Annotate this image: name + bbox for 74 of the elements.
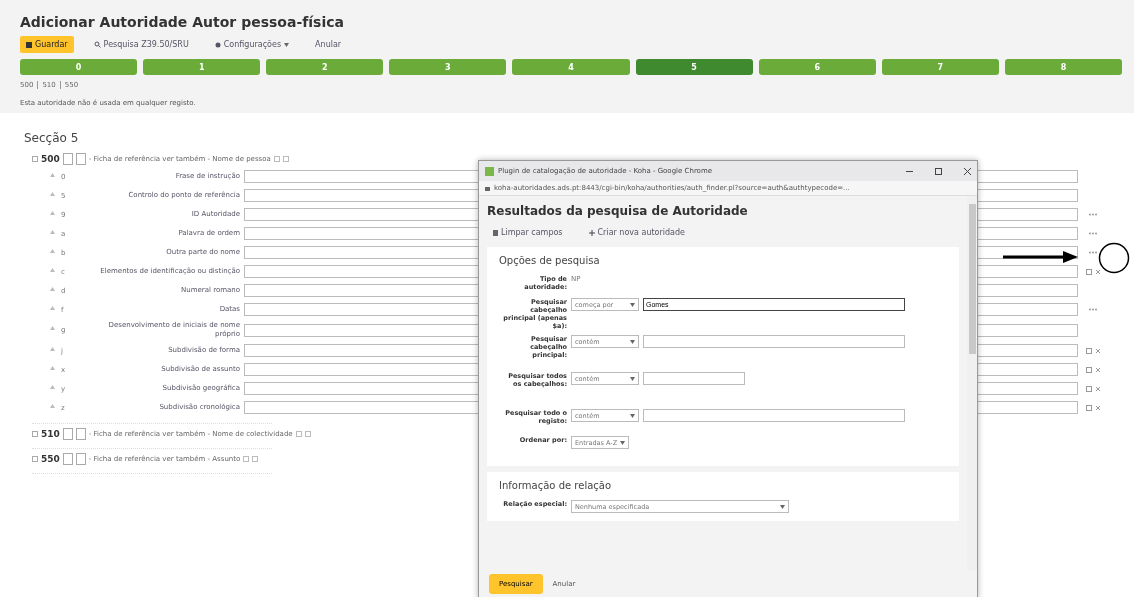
tab[interactable]: 1	[143, 59, 261, 75]
remove-icon[interactable]	[1094, 366, 1101, 373]
tab[interactable]: 5	[635, 59, 753, 75]
maximize-icon[interactable]	[935, 167, 942, 175]
search-input[interactable]	[643, 409, 905, 422]
drag-icon[interactable]	[50, 365, 55, 371]
indicator-field[interactable]	[62, 453, 73, 465]
minimize-icon[interactable]	[906, 170, 913, 172]
options-title: Opções de pesquisa	[499, 255, 601, 266]
tab[interactable]: 3	[389, 59, 507, 75]
ellipsis-icon[interactable]	[1089, 308, 1097, 311]
cancel-link[interactable]: Anular	[309, 36, 348, 53]
tab[interactable]: 6	[758, 59, 876, 75]
tab[interactable]: 4	[512, 59, 630, 75]
clone-icon	[304, 431, 311, 437]
drag-icon[interactable]	[50, 286, 55, 292]
relation-title: Informação de relação	[499, 480, 613, 491]
indicator-field[interactable]	[75, 428, 86, 440]
search-icon	[93, 41, 101, 48]
indicator-field[interactable]	[75, 153, 86, 165]
app-icon	[485, 166, 494, 176]
clone-icon	[1085, 385, 1092, 392]
save-button[interactable]: Guardar	[20, 36, 74, 53]
ellipsis-icon[interactable]	[1089, 213, 1097, 216]
section-title: Secção 5	[24, 131, 80, 145]
indicator-field[interactable]	[62, 428, 73, 440]
plus-icon	[588, 229, 595, 236]
search-input[interactable]	[643, 372, 745, 385]
drag-icon[interactable]	[50, 210, 55, 216]
caret-icon	[780, 504, 785, 509]
ellipsis-icon[interactable]	[1089, 232, 1097, 235]
clone-icon	[252, 456, 259, 462]
field-tag: 550	[41, 454, 60, 464]
ellipsis-icon[interactable]	[1089, 251, 1097, 254]
drag-icon[interactable]	[50, 326, 55, 331]
tab[interactable]: 7	[881, 59, 999, 75]
drag-icon[interactable]	[50, 191, 55, 197]
search-button[interactable]: Pesquisa Z39.50/SRU	[87, 36, 195, 53]
drag-icon[interactable]	[50, 229, 55, 235]
field-tag: 510	[41, 429, 60, 439]
clone-icon	[1085, 366, 1092, 373]
clone-icon	[282, 156, 289, 162]
clone-icon	[1085, 347, 1092, 354]
popup-heading: Resultados da pesquisa de Autoridade	[487, 204, 749, 218]
remove-icon[interactable]	[1094, 404, 1101, 411]
field-tag: 500	[41, 154, 60, 164]
indicator-field[interactable]	[75, 453, 86, 465]
drag-icon[interactable]	[50, 346, 55, 352]
drag-icon[interactable]	[50, 248, 55, 254]
remove-icon[interactable]	[1094, 268, 1101, 275]
new-authority-button[interactable]: Criar nova autoridade	[582, 224, 691, 241]
search-input[interactable]	[643, 335, 905, 348]
scrollbar-thumb[interactable]	[968, 204, 976, 354]
settings-button[interactable]: Configurações	[208, 36, 296, 53]
tab[interactable]: 2	[266, 59, 384, 75]
caret-icon	[620, 440, 625, 445]
clone-icon	[1085, 268, 1092, 275]
clone-icon	[1085, 404, 1092, 411]
remove-icon[interactable]	[1094, 347, 1101, 354]
close-icon[interactable]	[964, 167, 971, 175]
caret-icon	[630, 302, 635, 307]
tab[interactable]: 8	[1004, 59, 1122, 75]
circle-drawing	[1098, 242, 1130, 274]
remove-icon[interactable]	[1094, 385, 1101, 392]
drag-icon[interactable]	[50, 267, 55, 273]
clear-button[interactable]: Limpar campos	[487, 224, 569, 241]
drag-icon[interactable]	[50, 305, 55, 311]
indicator-field[interactable]	[62, 153, 73, 165]
drag-icon[interactable]	[50, 384, 55, 390]
caret-icon	[284, 42, 290, 47]
tab[interactable]: 0	[20, 59, 138, 75]
drag-icon[interactable]	[50, 172, 55, 178]
drag-icon[interactable]	[50, 403, 55, 409]
page-title: Adicionar Autoridade Autor pessoa-física	[20, 14, 345, 30]
